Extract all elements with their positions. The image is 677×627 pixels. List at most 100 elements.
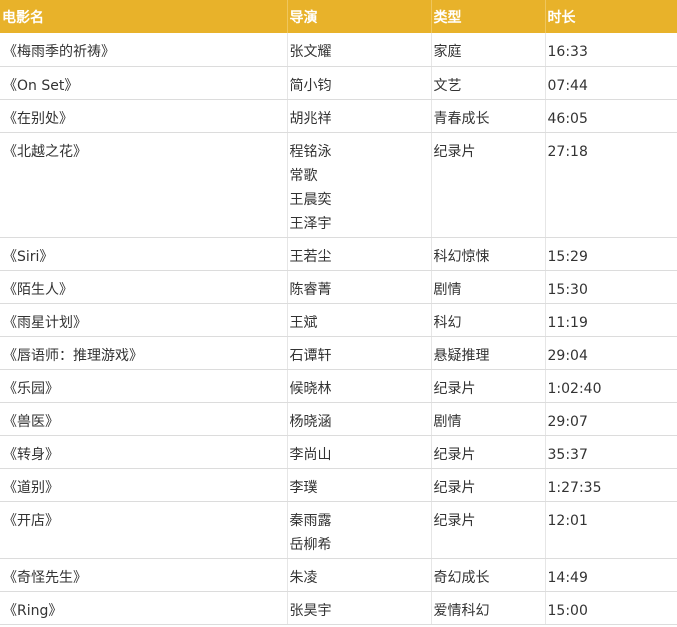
cell-title: 《Siri》: [0, 237, 288, 271]
cell-genre: 爱情科幻: [431, 591, 546, 625]
director-name: 简小钧: [289, 77, 332, 94]
cell-duration: 12:01: [545, 501, 677, 559]
cell-title: 《在别处》: [0, 99, 288, 133]
cell-duration: 27:18: [545, 132, 677, 238]
header-genre[interactable]: 类型: [431, 0, 546, 33]
director-name: 朱凌: [289, 569, 318, 586]
table-row[interactable]: 《开店》 秦雨露 岳柳希 纪录片 12:01: [0, 501, 677, 559]
director-name: 岳柳希: [289, 536, 332, 553]
cell-duration: 1:27:35: [545, 468, 677, 502]
cell-genre: 纪录片: [431, 132, 546, 238]
cell-genre: 文艺: [431, 66, 546, 100]
table-row[interactable]: 《唇语师：推理游戏》 石谭轩 悬疑推理 29:04: [0, 336, 677, 370]
table-body: 《梅雨季的祈祷》 张文耀 家庭 16:33 《On Set》 简小钧 文艺 07:44 《在别处…: [0, 33, 677, 625]
director-name: 陈睿菁: [289, 281, 332, 298]
cell-title: 《兽医》: [0, 402, 288, 436]
table-row[interactable]: 《雨星计划》 王斌 科幻 11:19: [0, 303, 677, 337]
director-name: 程铭泳: [289, 143, 332, 160]
cell-genre: 纪录片: [431, 501, 546, 559]
cell-title: 《On Set》: [0, 66, 288, 100]
cell-duration: 29:04: [545, 336, 677, 370]
cell-genre: 科幻惊悚: [431, 237, 546, 271]
director-name: 秦雨露: [289, 512, 332, 529]
table-row[interactable]: 《道别》 李璞 纪录片 1:27:35: [0, 468, 677, 502]
cell-director: 李尚山: [287, 435, 432, 469]
cell-duration: 29:07: [545, 402, 677, 436]
header-duration[interactable]: 时长: [545, 0, 677, 33]
film-table: 电影名 导演 类型 时长 《梅雨季的祈祷》 张文耀 家庭 16:33 《On Set》简…: [0, 0, 677, 625]
cell-genre: 悬疑推理: [431, 336, 546, 370]
cell-duration: 15:30: [545, 270, 677, 304]
cell-genre: 纪录片: [431, 435, 546, 469]
table-row[interactable]: 《乐园》 候晓林 纪录片 1:02:40: [0, 369, 677, 403]
table-row[interactable]: 《Siri》 王若尘 科幻惊悚 15:29: [0, 237, 677, 271]
cell-director: 秦雨露 岳柳希: [287, 501, 432, 559]
cell-duration: 16:33: [545, 33, 677, 67]
director-name: 胡兆祥: [289, 110, 332, 127]
director-name: 常歌: [289, 167, 318, 184]
cell-director: 张文耀: [287, 33, 432, 67]
cell-director: 简小钧: [287, 66, 432, 100]
cell-director: 石谭轩: [287, 336, 432, 370]
cell-duration: 15:29: [545, 237, 677, 271]
cell-duration: 14:49: [545, 558, 677, 592]
table-row[interactable]: 《在别处》 胡兆祥 青春成长 46:05: [0, 99, 677, 133]
director-name: 杨晓涵: [289, 413, 332, 430]
table-row[interactable]: 《陌生人》 陈睿菁 剧情 15:30: [0, 270, 677, 304]
header-row: 电影名 导演 类型 时长: [0, 0, 677, 33]
cell-title: 《转身》: [0, 435, 288, 469]
table-row[interactable]: 《兽医》 杨晓涵 剧情 29:07: [0, 402, 677, 436]
cell-title: 《Ring》: [0, 591, 288, 625]
cell-genre: 剧情: [431, 270, 546, 304]
director-name: 候晓林: [289, 380, 332, 397]
cell-director: 程铭泳常歌王晨奕王泽宇: [287, 132, 432, 238]
cell-duration: 11:19: [545, 303, 677, 337]
cell-title: 《道别》: [0, 468, 288, 502]
header-title[interactable]: 电影名: [0, 0, 288, 33]
cell-title: 《北越之花》: [0, 132, 288, 238]
cell-genre: 剧情: [431, 402, 546, 436]
director-name: 张文耀: [289, 44, 332, 60]
cell-title: 《开店》: [0, 501, 288, 559]
director-name: 王若尘: [289, 248, 332, 265]
cell-title: 《陌生人》: [0, 270, 288, 304]
cell-duration: 35:37: [545, 435, 677, 469]
cell-director: 王若尘: [287, 237, 432, 271]
table-row[interactable]: 《转身》 李尚山 纪录片 35:37: [0, 435, 677, 469]
cell-genre: 纪录片: [431, 369, 546, 403]
cell-genre: 纪录片: [431, 468, 546, 502]
cell-title: 《雨星计划》: [0, 303, 288, 337]
director-name: 张昊宇: [289, 602, 332, 619]
cell-title: 《唇语师：推理游戏》: [0, 336, 288, 370]
table-row[interactable]: 《北越之花》 程铭泳 常歌 王晨奕 王泽宇 纪录片 27:18: [0, 132, 677, 238]
director-name: 石谭轩: [289, 347, 332, 364]
cell-genre: 科幻: [431, 303, 546, 337]
cell-director: 朱凌: [287, 558, 432, 592]
director-name: 李璞: [289, 479, 318, 496]
director-name: 王晨奕: [289, 191, 332, 208]
director-name: 王泽宇: [289, 215, 332, 232]
cell-title: 《奇怪先生》: [0, 558, 288, 592]
cell-director: 李璞: [287, 468, 432, 502]
cell-duration: 46:05: [545, 99, 677, 133]
header-director[interactable]: 导演: [287, 0, 432, 33]
table-row[interactable]: 《Ring》 张昊宇 爱情科幻 15:00: [0, 591, 677, 625]
director-name: 李尚山: [289, 446, 332, 463]
cell-director: 张昊宇: [287, 591, 432, 625]
cell-title: 《乐园》: [0, 369, 288, 403]
cell-title: 《梅雨季的祈祷》: [0, 33, 288, 67]
cell-director: 候晓林: [287, 369, 432, 403]
cell-genre: 家庭: [431, 33, 546, 67]
cell-duration: 07:44: [545, 66, 677, 100]
director-name: 王斌: [289, 314, 318, 331]
cell-genre: 奇幻成长: [431, 558, 546, 592]
cell-director: 陈睿菁: [287, 270, 432, 304]
cell-director: 杨晓涵: [287, 402, 432, 436]
cell-genre: 青春成长: [431, 99, 546, 133]
table-header: 电影名 导演 类型 时长: [0, 0, 677, 33]
table-row[interactable]: 《梅雨季的祈祷》 张文耀 家庭 16:33: [0, 33, 677, 67]
table-row[interactable]: 《On Set》 简小钧 文艺 07:44: [0, 66, 677, 100]
cell-duration: 1:02:40: [545, 369, 677, 403]
table-row[interactable]: 《奇怪先生》 朱凌 奇幻成长 14:49: [0, 558, 677, 592]
cell-director: 胡兆祥: [287, 99, 432, 133]
